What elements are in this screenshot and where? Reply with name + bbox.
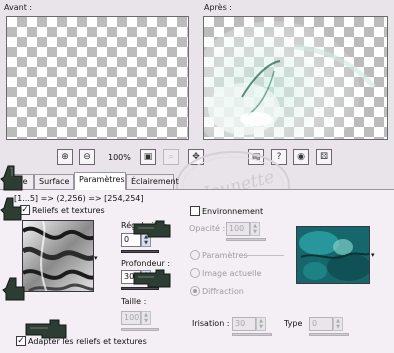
tab-surface[interactable]: Surface: [34, 174, 74, 189]
opacite-input[interactable]: 100: [226, 222, 250, 236]
preview-toggle-button[interactable]: ▤: [248, 149, 264, 165]
hand-pointer-icon: [133, 220, 171, 238]
zoom-tool-button[interactable]: ⌕: [163, 149, 179, 165]
dice-icon: ⚄: [320, 152, 328, 162]
type-label: Type: [284, 319, 303, 328]
environnement-checkbox-label: Environnement: [202, 207, 264, 216]
irisation-slider[interactable]: [232, 333, 272, 336]
texture-swatch[interactable]: [22, 220, 94, 292]
before-preview[interactable]: [6, 16, 189, 140]
environnement-checkbox[interactable]: [190, 206, 200, 216]
reliefs-checkbox-label: Reliefs et textures: [32, 206, 105, 215]
hand-pointer-icon: [133, 269, 171, 288]
pan-button[interactable]: ✥: [188, 149, 204, 165]
magnifier-icon: ⌕: [168, 152, 174, 162]
separator-line: [240, 255, 284, 256]
hand-pointer-icon: [2, 277, 25, 301]
glass-sphere-effect: [204, 21, 376, 139]
zoom-out-icon: ⊖: [83, 152, 91, 162]
opacite-label: Opacité :: [189, 224, 226, 233]
preview-window-icon: ▤: [251, 152, 261, 162]
taille-slider[interactable]: [121, 328, 159, 331]
environment-image-swatch[interactable]: [296, 226, 370, 284]
radio-image-actuelle[interactable]: [190, 268, 200, 278]
random-button[interactable]: ⚄: [316, 149, 332, 165]
zoom-in-button[interactable]: ⊕: [57, 149, 73, 165]
hand-pointer-icon: [0, 165, 23, 191]
environment-dropdown-arrow[interactable]: ▾: [371, 251, 375, 259]
fit-window-button[interactable]: ▣: [140, 149, 156, 165]
opacite-spinner[interactable]: ▲ ▼: [250, 222, 260, 236]
irisation-input[interactable]: 30: [232, 317, 256, 331]
eye-icon: ◉: [297, 152, 305, 162]
teal-texture-image: [297, 227, 369, 283]
after-preview[interactable]: [203, 16, 388, 140]
eye-question-icon: ?: [276, 152, 282, 162]
irisation-label: Irisation :: [192, 319, 230, 328]
taille-spinner[interactable]: ▲ ▼: [141, 311, 151, 325]
zoom-level: 100%: [108, 153, 131, 162]
preview-on-image-button[interactable]: ?: [271, 149, 287, 165]
type-slider[interactable]: [309, 333, 349, 336]
taille-input[interactable]: 100: [121, 311, 141, 325]
opacite-slider[interactable]: [226, 238, 266, 241]
type-input[interactable]: 0: [309, 317, 333, 331]
coordinate-readout: [1...5] => (2,256) => [254,254]: [14, 194, 144, 203]
irisation-spinner[interactable]: ▲ ▼: [256, 317, 266, 331]
zoom-in-icon: ⊕: [61, 152, 69, 162]
hand-pointer-icon: [25, 319, 67, 339]
before-preview-label: Avant :: [4, 3, 33, 12]
zoom-out-button[interactable]: ⊖: [79, 149, 95, 165]
radio-image-actuelle-label: Image actuelle: [202, 269, 262, 278]
hand-pointer-icon: [0, 197, 22, 221]
texture-dropdown-arrow[interactable]: ▾: [94, 254, 98, 262]
move-icon: ✥: [192, 152, 200, 162]
taille-label: Taille :: [121, 297, 147, 306]
fit-window-icon: ▣: [143, 152, 153, 162]
radio-diffraction[interactable]: [190, 286, 200, 296]
tab-parametres[interactable]: Paramètres: [74, 172, 126, 190]
auto-preview-button[interactable]: ◉: [293, 149, 309, 165]
marble-texture-image: [23, 221, 93, 291]
regularite-slider[interactable]: [121, 250, 159, 253]
after-preview-label: Après :: [204, 3, 232, 12]
radio-parametres[interactable]: [190, 250, 200, 260]
radio-diffraction-label: Diffraction: [202, 287, 244, 296]
tab-eclairement[interactable]: Éclairement: [126, 174, 179, 189]
type-spinner[interactable]: ▲ ▼: [333, 317, 343, 331]
